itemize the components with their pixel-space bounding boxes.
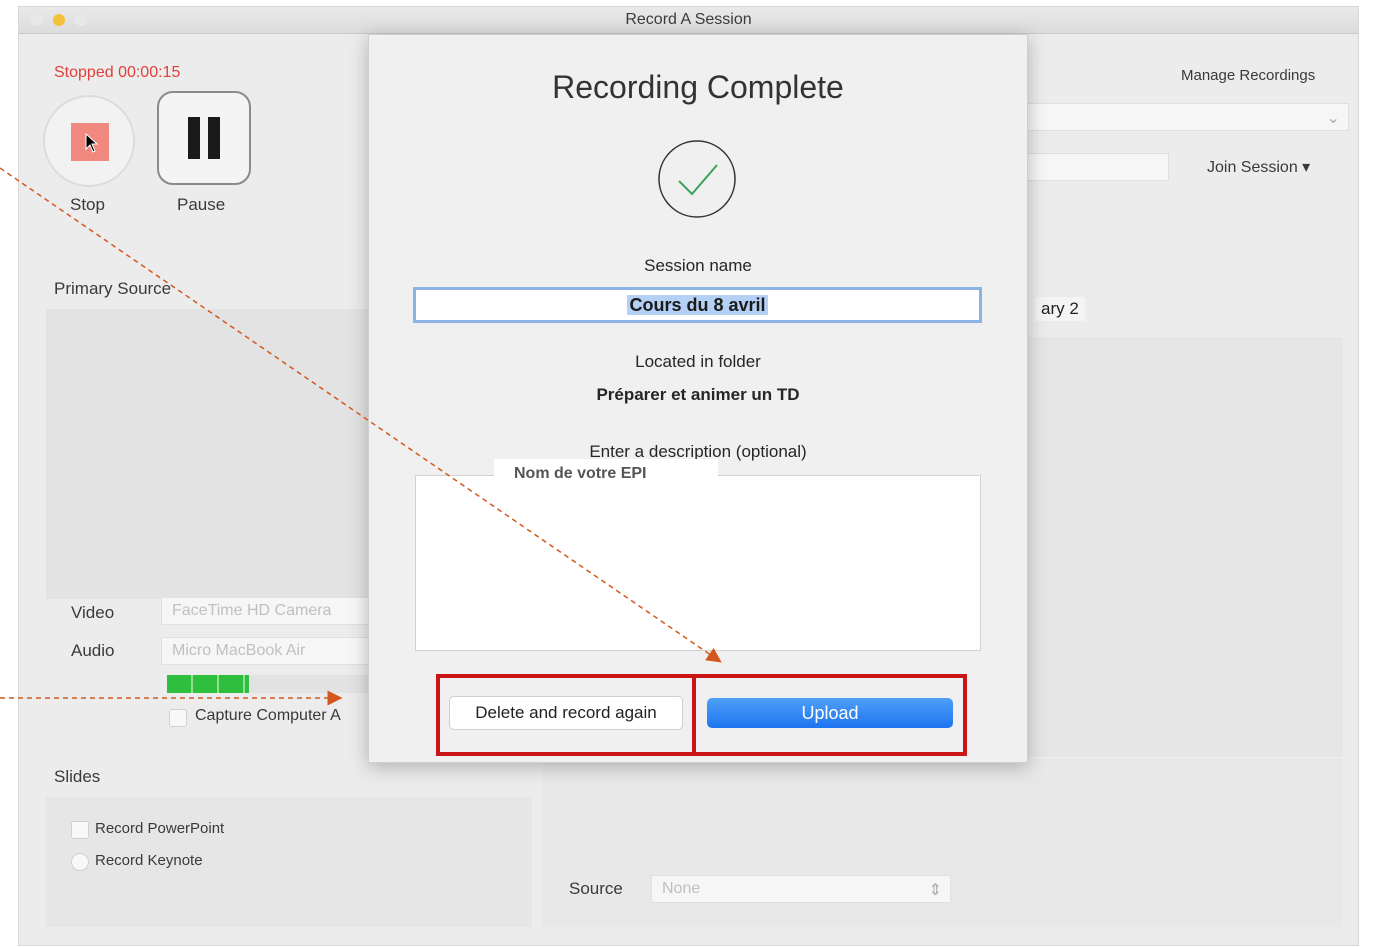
annotation-arrow-upload xyxy=(0,167,722,663)
annotation-arrows xyxy=(0,167,722,706)
